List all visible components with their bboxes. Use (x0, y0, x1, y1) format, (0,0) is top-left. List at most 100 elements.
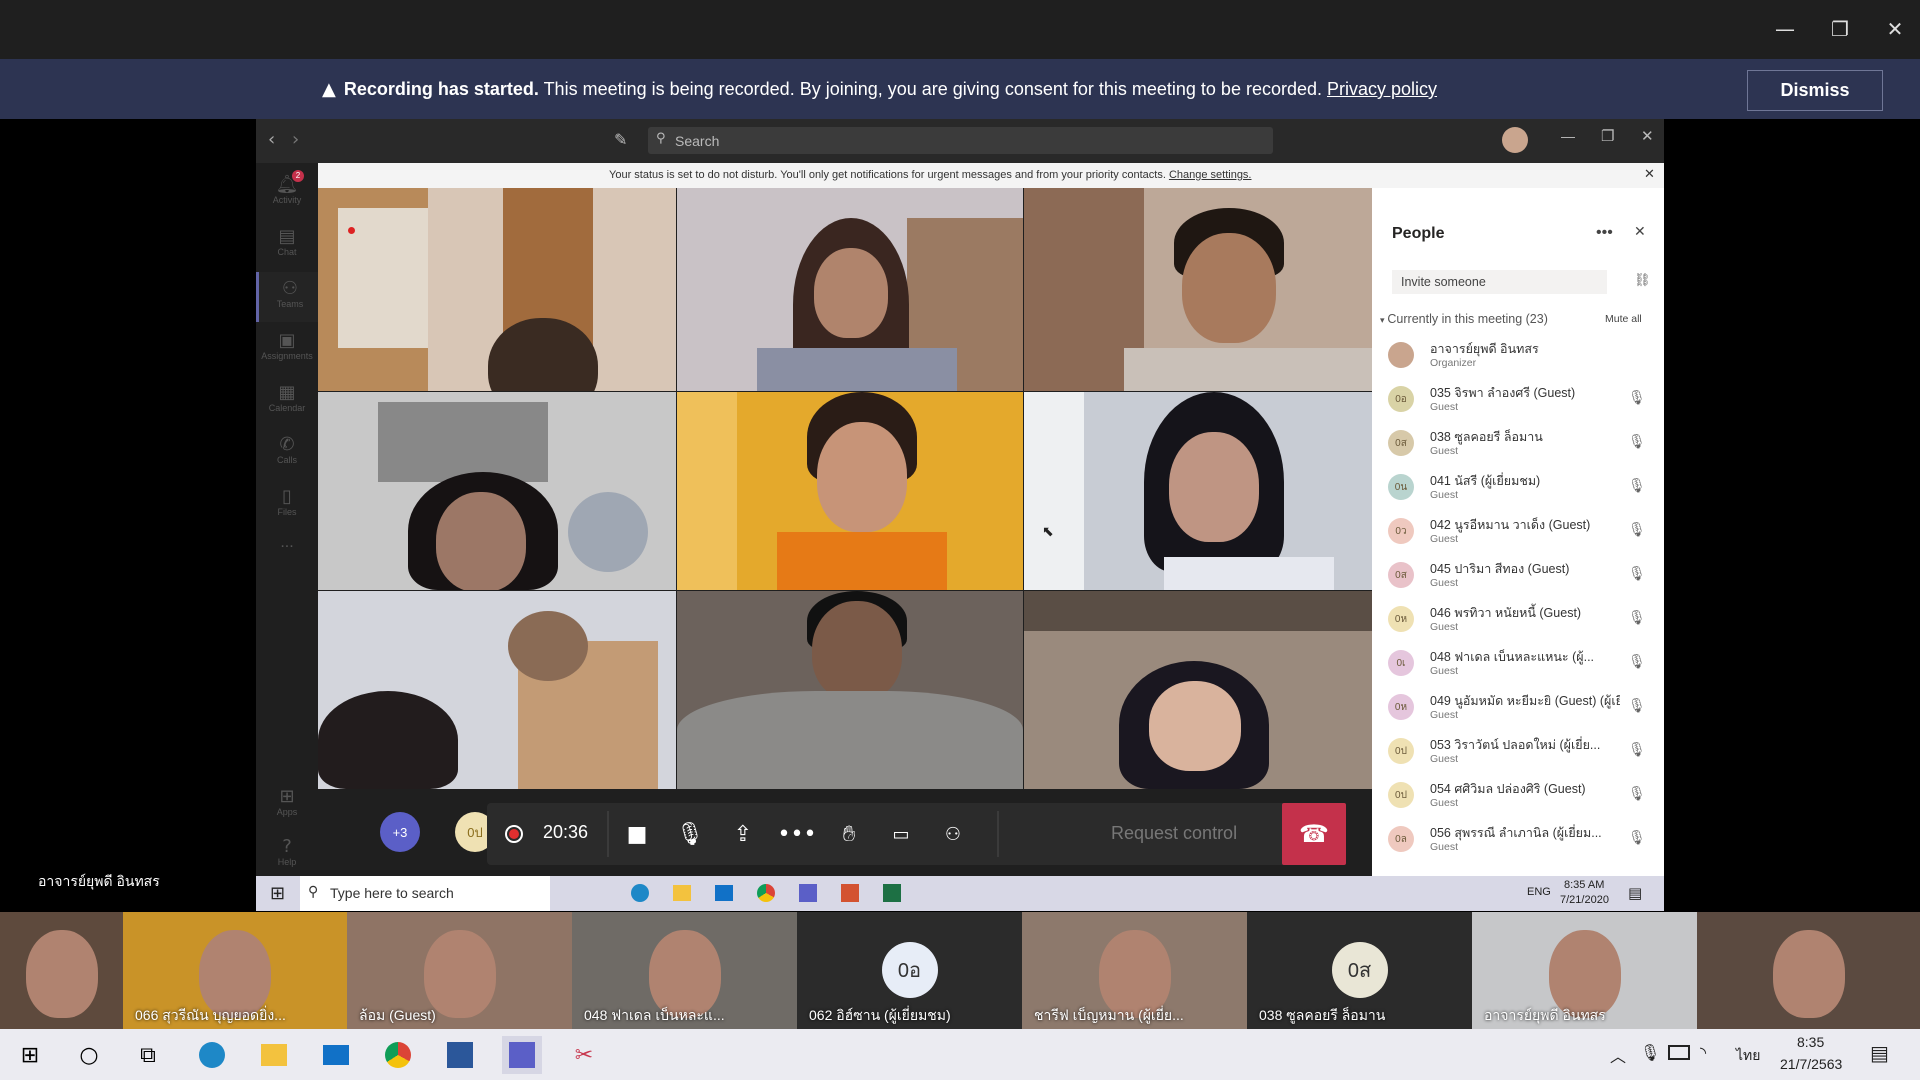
teams-search-box[interactable]: ⚲ Search (648, 127, 1273, 154)
chrome-taskbar-button[interactable] (378, 1036, 418, 1074)
copy-link-icon[interactable]: ⛓ (1634, 273, 1651, 288)
participant-row[interactable]: 0ล 056 สุพรรณี ลำเภานิล (ผู้เยี่ยม... Gues… (1384, 822, 1654, 862)
rail-more[interactable]: ... (256, 534, 318, 584)
participant-row[interactable]: 0ส 045 ปาริมา สีทอง (Guest) Guest 🎙︎ (1384, 558, 1654, 598)
mail-taskbar-button[interactable] (316, 1036, 356, 1074)
mic-muted-icon[interactable]: 🎙︎ (1628, 434, 1646, 450)
close-status-icon[interactable]: ✕ (1644, 167, 1655, 182)
profile-avatar[interactable] (1502, 127, 1528, 153)
clock-time[interactable]: 8:35 AM (1564, 879, 1604, 891)
mic-muted-icon[interactable]: 🎙︎ (1628, 610, 1646, 626)
wifi-icon[interactable]: ◝ (1700, 1043, 1706, 1062)
mic-muted-icon[interactable]: 🎙︎ (1628, 522, 1646, 538)
privacy-policy-link[interactable]: Privacy policy (1327, 79, 1437, 99)
rail-chat[interactable]: ▤ Chat (256, 220, 318, 270)
apps-icon: ⊞ (279, 786, 295, 807)
mic-muted-icon[interactable]: 🎙︎ (1628, 830, 1646, 846)
explorer-taskbar-button[interactable] (254, 1036, 294, 1074)
teams-taskbar-button[interactable] (502, 1036, 542, 1074)
teams-minimize-icon[interactable]: — (1561, 128, 1575, 144)
windows-logo-icon: ⊞ (20, 1042, 40, 1068)
notifications-icon[interactable]: ▤ (1628, 884, 1642, 902)
mic-muted-icon[interactable]: 🎙︎ (1628, 786, 1646, 802)
file-explorer-icon[interactable] (673, 885, 691, 901)
raise-hand-button[interactable]: ✋︎ (829, 814, 869, 854)
rail-help[interactable]: ? Help (256, 830, 318, 880)
rail-files[interactable]: ▯ Files (256, 480, 318, 530)
search-button[interactable]: ○ (69, 1036, 109, 1074)
taskbar-search-box[interactable]: ⚲ Type here to search (300, 876, 550, 911)
rail-assignments[interactable]: ▣ Assignments (256, 324, 318, 374)
mic-muted-icon[interactable]: 🎙︎ (1628, 742, 1646, 758)
rail-activity[interactable]: 🔔︎ Activity 2 (256, 168, 318, 218)
task-view-button[interactable]: ⧉ (128, 1036, 168, 1074)
microphone-tray-icon[interactable]: 🎙︎ (1640, 1043, 1660, 1062)
camera-button[interactable]: ■ (617, 814, 657, 854)
participant-row[interactable]: 0เ 048 ฟาเดล เบ็นหละแหนะ (ผู้... Guest 🎙︎ (1384, 646, 1654, 686)
rail-calls[interactable]: ✆ Calls (256, 428, 318, 478)
mic-muted-icon[interactable]: 🎙︎ (1628, 566, 1646, 582)
taskbar-time[interactable]: 8:35 (1797, 1034, 1824, 1050)
participant-row[interactable]: 0ส 038 ซูลคอยรี ล็อมาน Guest 🎙︎ (1384, 426, 1654, 466)
teams-restore-icon[interactable]: ❐ (1601, 127, 1614, 145)
excel-icon[interactable] (883, 884, 901, 902)
mic-muted-icon[interactable]: 🎙︎ (1628, 478, 1646, 494)
restore-button[interactable]: ❐ (1820, 10, 1860, 48)
participant-row[interactable]: 0อ 035 จิรพา ลำองศรี (Guest) Guest 🎙︎ (1384, 382, 1654, 422)
windows-start-button[interactable]: ⊞ (10, 1036, 50, 1074)
mic-button[interactable]: 🎙︎ (670, 814, 710, 854)
more-participants-button[interactable]: +3 (380, 812, 420, 852)
mail-icon[interactable] (715, 885, 733, 901)
windows-start-icon[interactable]: ⊞ (270, 883, 285, 904)
invite-someone-input[interactable]: Invite someone (1392, 270, 1607, 294)
close-button[interactable]: ✕ (1875, 10, 1915, 48)
call-timer: 20:36 (543, 822, 589, 842)
in-meeting-section[interactable]: ▾ Currently in this meeting (23) (1380, 312, 1548, 326)
snip-taskbar-button[interactable]: ✂ (564, 1036, 604, 1074)
request-control-button[interactable]: Request control (1111, 823, 1237, 844)
mic-muted-icon[interactable]: 🎙︎ (1628, 698, 1646, 714)
participants-button[interactable]: ⚇ (933, 814, 973, 854)
word-taskbar-button[interactable] (440, 1036, 480, 1074)
teams-app-icon[interactable] (799, 884, 817, 902)
language-indicator[interactable]: ไทย (1736, 1045, 1760, 1067)
share-button[interactable]: ⇪ (723, 814, 763, 854)
participant-row[interactable]: 0ห 046 พรทิวา หนัยหนี้ (Guest) Guest 🎙︎ (1384, 602, 1654, 642)
rail-calendar[interactable]: ▦ Calendar (256, 376, 318, 426)
participant-row[interactable]: 0ป 054 ศศิวิมล ปล่องศิริ (Guest) Guest 🎙︎ (1384, 778, 1654, 818)
participant-role: Guest (1430, 753, 1459, 765)
battery-icon[interactable] (1668, 1045, 1690, 1060)
mute-all-button[interactable]: Mute all (1605, 313, 1642, 325)
taskbar-date[interactable]: 21/7/2563 (1780, 1056, 1842, 1072)
more-actions-button[interactable]: ••• (777, 814, 817, 854)
participant-row[interactable]: อาจารย์ยุพดี อินทสร Organizer (1384, 338, 1654, 378)
back-arrow-icon[interactable]: ‹ (268, 129, 275, 150)
language-indicator[interactable]: ENG (1527, 886, 1551, 898)
teams-close-icon[interactable]: ✕ (1641, 127, 1654, 145)
presenter-name: อาจารย์ยุพดี อินทสร (38, 873, 160, 889)
minimize-button[interactable]: — (1765, 10, 1805, 48)
participant-row[interactable]: 0น 041 นัสรี (ผู้เยี่ยมชม) Guest 🎙︎ (1384, 470, 1654, 510)
close-panel-icon[interactable]: ✕ (1634, 224, 1646, 240)
forward-arrow-icon[interactable]: › (292, 129, 299, 150)
rail-teams[interactable]: ⚇ Teams (256, 272, 321, 322)
participant-row[interactable]: 0ว 042 นูรอีหมาน วาเด็ง (Guest) Guest 🎙︎ (1384, 514, 1654, 554)
compose-icon[interactable]: ✎ (614, 130, 627, 149)
dismiss-button[interactable]: Dismiss (1747, 70, 1883, 111)
edge-icon[interactable] (631, 884, 649, 902)
participant-row[interactable]: 0ป 053 วิราวัตน์ ปลอดใหม่ (ผู้เยี่ย... Gue… (1384, 734, 1654, 774)
more-options-icon[interactable]: ••• (1596, 224, 1613, 242)
rail-apps[interactable]: ⊞ Apps (256, 780, 318, 830)
clock-date[interactable]: 7/21/2020 (1560, 894, 1609, 906)
chrome-icon[interactable] (757, 884, 775, 902)
tray-chevron-icon[interactable]: ︿ (1610, 1043, 1626, 1067)
change-settings-link[interactable]: Change settings. (1169, 169, 1252, 181)
edge-taskbar-button[interactable] (192, 1036, 232, 1074)
chat-button[interactable]: ▭ (881, 814, 921, 854)
hang-up-button[interactable]: ☎ (1282, 803, 1346, 865)
mic-muted-icon[interactable]: 🎙︎ (1628, 654, 1646, 670)
action-center-icon[interactable]: ▤ (1870, 1041, 1889, 1065)
participant-row[interactable]: 0ห 049 นูอัมหมัด หะยีมะยิ (Guest) (ผู้เยี… (1384, 690, 1654, 730)
powerpoint-icon[interactable] (841, 884, 859, 902)
mic-muted-icon[interactable]: 🎙︎ (1628, 390, 1646, 406)
